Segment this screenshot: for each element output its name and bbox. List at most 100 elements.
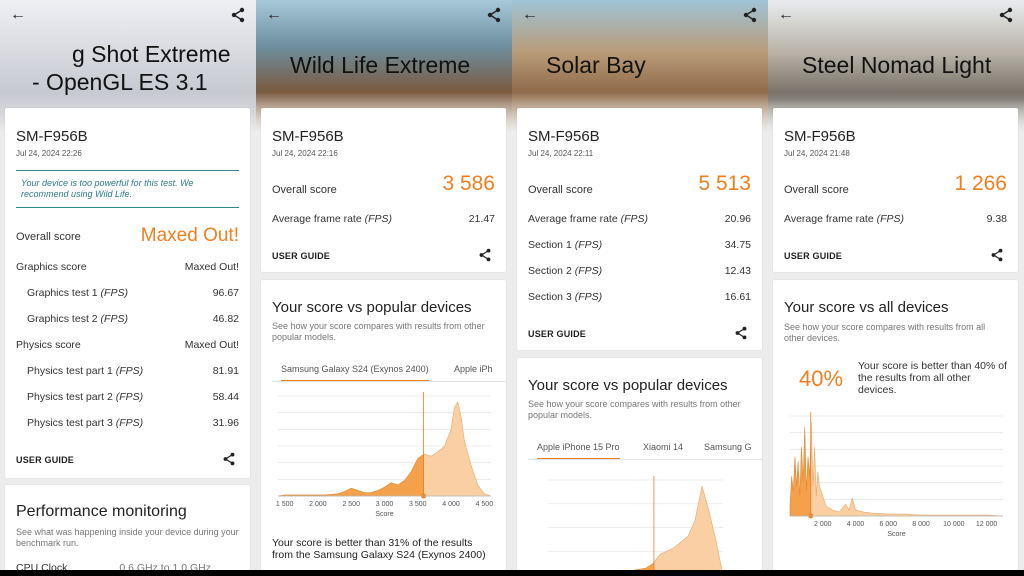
tab-xiaomi-14[interactable]: Xiaomi 14 [643, 442, 683, 452]
physics-test-1-row: Physics test part 1 (FPS) 81.91 [27, 365, 239, 377]
screens: ← g Shot Extreme - OpenGL ES 3.1 SM-F956… [0, 0, 1024, 570]
benchmark-title: Wild Life Extreme [290, 52, 471, 78]
benchmark-title: Steel Nomad Light [802, 52, 992, 78]
device-name: SM-F956B [272, 128, 344, 145]
overall-score-label: Overall score [16, 231, 81, 243]
comparison-title: Your score vs popular devices [272, 299, 472, 316]
overall-score-value: 1 266 [954, 172, 1007, 195]
x-tick-label: 3 500 [409, 501, 427, 508]
x-tick-label: 4 000 [847, 521, 865, 528]
distribution-area-below [277, 454, 424, 497]
user-guide-link[interactable]: USER GUIDE [528, 329, 586, 339]
overall-score-value: Maxed Out! [140, 225, 239, 246]
share-icon[interactable] [742, 7, 758, 23]
user-guide-link[interactable]: USER GUIDE [784, 251, 842, 261]
x-axis-label: Score [375, 511, 393, 518]
x-tick-label: 3 000 [376, 501, 394, 508]
distribution-area-above [423, 401, 492, 497]
share-icon[interactable] [230, 7, 246, 23]
x-axis-label: Score [887, 531, 905, 538]
distribution-area-below [789, 426, 812, 517]
distribution-area-below [632, 561, 655, 570]
frame-rate-row: Average frame rate (FPS) 21.47 [272, 213, 495, 225]
performance-desc: See what was happening inside your devic… [16, 527, 239, 548]
graphics-test-2-row: Graphics test 2 (FPS) 46.82 [27, 313, 239, 325]
share-icon[interactable] [478, 248, 492, 262]
user-guide-link[interactable]: USER GUIDE [16, 455, 74, 465]
performance-title: Performance monitoring [16, 503, 187, 520]
comparison-desc: See how your score compares with results… [784, 322, 986, 343]
x-tick-label: 4 500 [476, 501, 494, 508]
top-bar: ← [0, 6, 256, 28]
performance-card: Performance monitoring See what was happ… [5, 485, 250, 570]
comparison-title: Your score vs popular devices [528, 377, 728, 394]
cpu-clock-row: CPU Clock 0.6 GHz to 1.0 GHz [16, 562, 211, 570]
share-icon[interactable] [990, 248, 1004, 262]
benchmark-title: Solar Bay [546, 52, 646, 78]
overall-score-label: Overall score [528, 184, 593, 196]
comparison-title: Your score vs all devices [784, 299, 949, 316]
overall-score-value: 3 586 [442, 172, 495, 195]
x-tick-label: 2 500 [342, 501, 360, 508]
comparison-card: Your score vs popular devices See how yo… [261, 280, 506, 570]
device-name: SM-F956B [528, 128, 600, 145]
back-arrow-icon[interactable]: ← [10, 6, 28, 24]
frame-rate-row: Average frame rate (FPS) 20.96 [528, 213, 751, 225]
section-3-row: Section 3 (FPS) 16.61 [528, 291, 751, 303]
run-date: Jul 24, 2024 22:11 [528, 149, 594, 158]
comparison-card: Your score vs popular devices See how yo… [517, 358, 762, 570]
system-navigation-bar [0, 570, 1024, 576]
tab-samsung-galaxy-s24[interactable]: Samsung Galaxy S24 (Exynos 2400) [281, 364, 429, 382]
comparison-card: Your score vs all devices See how your s… [773, 280, 1018, 570]
tab-apple-iphone-15-pro[interactable]: Apple iPhone 15 Pro [537, 442, 620, 460]
x-tick-label: 2 000 [814, 521, 832, 528]
x-tick-label: 4 000 [442, 501, 460, 508]
run-date: Jul 24, 2024 22:16 [272, 149, 338, 158]
comparison-desc: See how your score compares with results… [528, 399, 741, 420]
tab-samsung[interactable]: Samsung G [704, 442, 752, 452]
x-tick-label: 12 000 [976, 521, 998, 528]
share-icon[interactable] [734, 326, 748, 340]
top-bar: ← [512, 6, 768, 28]
physics-test-2-row: Physics test part 2 (FPS) 58.44 [27, 391, 239, 403]
x-tick-label: 6 000 [880, 521, 898, 528]
x-tick-label: 1 500 [276, 501, 294, 508]
device-name: SM-F956B [784, 128, 856, 145]
frame-rate-row: Average frame rate (FPS) 9.38 [784, 213, 1007, 225]
screen-sling-shot: ← g Shot Extreme - OpenGL ES 3.1 SM-F956… [0, 0, 256, 570]
result-card: SM-F956B Jul 24, 2024 22:16 Overall scor… [261, 108, 506, 272]
back-arrow-icon[interactable]: ← [778, 6, 796, 24]
physics-score-row: Physics score Maxed Out! [16, 339, 239, 351]
device-name: SM-F956B [16, 128, 88, 145]
back-arrow-icon[interactable]: ← [266, 6, 284, 24]
share-icon[interactable] [998, 7, 1014, 23]
section-1-row: Section 1 (FPS) 34.75 [528, 239, 751, 251]
result-card: SM-F956B Jul 24, 2024 21:48 Overall scor… [773, 108, 1018, 272]
back-arrow-icon[interactable]: ← [522, 6, 540, 24]
share-icon[interactable] [486, 7, 502, 23]
x-tick-label: 10 000 [943, 521, 965, 528]
distribution-chart-svg: 1 500 2 000 2 500 3 000 3 500 4 000 4 500 Score [276, 392, 494, 518]
user-guide-link[interactable]: USER GUIDE [272, 251, 330, 261]
top-bar: ← [256, 6, 512, 28]
percentile-text: Your score is better than 40% of the res… [858, 360, 1008, 396]
x-tick-label: 2 000 [309, 501, 327, 508]
section-2-row: Section 2 (FPS) 12.43 [528, 265, 751, 277]
percentile-value: 40% [799, 366, 844, 391]
result-card: SM-F956B Jul 24, 2024 22:26 Your device … [5, 108, 250, 478]
distribution-chart-svg: 2 000 4 000 6 000 8 000 10 000 12 000 Score [789, 412, 1004, 538]
run-date: Jul 24, 2024 21:48 [784, 149, 850, 158]
tab-divider [272, 381, 506, 382]
screen-solar-bay: ← Solar Bay SM-F956B Jul 24, 2024 22:11 … [512, 0, 768, 570]
tab-divider [528, 459, 762, 460]
notice-text: Your device is too powerful for this tes… [16, 170, 239, 208]
top-bar: ← [768, 6, 1024, 28]
screen-wild-life-extreme: ← Wild Life Extreme SM-F956B Jul 24, 202… [256, 0, 512, 570]
screen-steel-nomad-light: ← Steel Nomad Light SM-F956B Jul 24, 202… [768, 0, 1024, 570]
x-tick-label: 8 000 [912, 521, 930, 528]
overall-score-label: Overall score [272, 184, 337, 196]
tab-apple-iphone[interactable]: Apple iPh [454, 364, 493, 374]
share-icon[interactable] [222, 452, 236, 466]
result-text: Your score is better than 31% of the res… [272, 537, 486, 561]
run-date: Jul 24, 2024 22:26 [16, 149, 82, 158]
